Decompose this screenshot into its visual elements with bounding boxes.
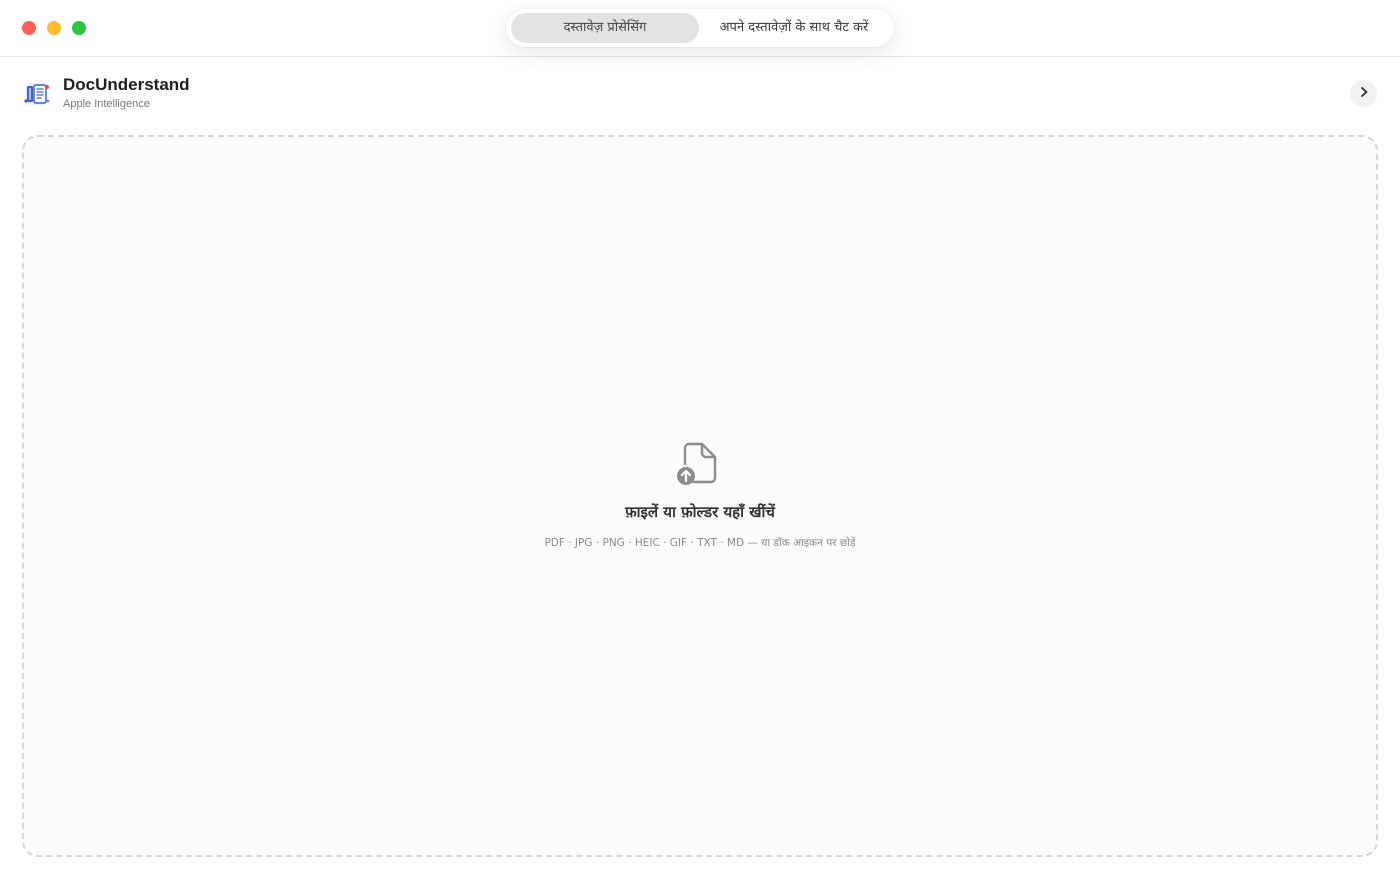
chevron-right-icon — [1358, 85, 1370, 103]
supported-formats-text: PDF · JPG · PNG · HEIC · GIF · TXT · MD … — [544, 537, 856, 549]
forward-button[interactable] — [1350, 80, 1377, 107]
app-subtitle: Apple Intelligence — [63, 98, 150, 110]
minimize-window-button[interactable] — [47, 21, 61, 35]
file-drop-zone[interactable] — [22, 135, 1378, 857]
app-name: DocUnderstand — [63, 75, 190, 94]
drop-zone-title: फ़ाइलें या फ़ोल्डर यहाँ खींचें — [625, 503, 775, 521]
app-window: दस्तावेज़ प्रोसेसिंग अपने दस्तावेज़ों के… — [0, 0, 1400, 875]
document-app-icon — [22, 79, 52, 109]
app-header: DocUnderstand Apple Intelligence — [0, 57, 1400, 127]
mode-segmented-control: दस्तावेज़ प्रोसेसिंग अपने दस्तावेज़ों के… — [506, 9, 894, 47]
tab-chat-with-documents[interactable]: अपने दस्तावेज़ों के साथ चैट करें — [699, 13, 889, 43]
maximize-window-button[interactable] — [72, 21, 86, 35]
document-upload-icon — [673, 440, 719, 486]
close-window-button[interactable] — [22, 21, 36, 35]
tab-document-processing[interactable]: दस्तावेज़ प्रोसेसिंग — [511, 13, 699, 43]
titlebar: दस्तावेज़ प्रोसेसिंग अपने दस्तावेज़ों के… — [0, 0, 1400, 57]
